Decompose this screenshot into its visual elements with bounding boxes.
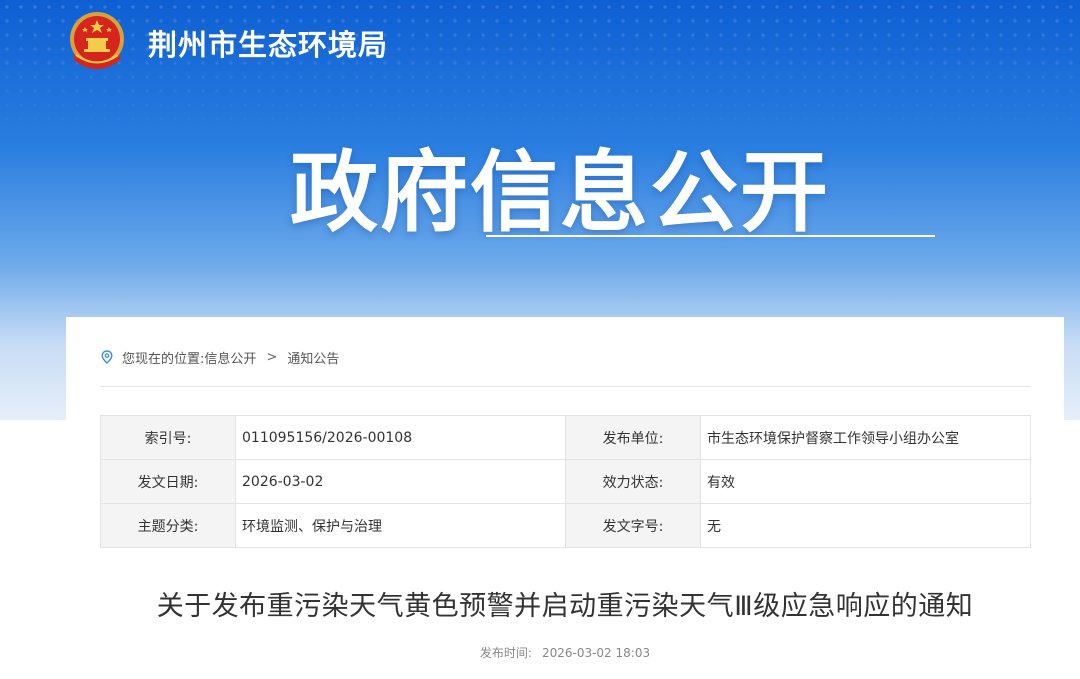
publish-time-value: 2026-03-02 18:03 xyxy=(541,646,651,660)
publish-time-label: 发布时间: xyxy=(479,646,532,660)
issue-date-value: 2026-03-02 xyxy=(235,459,566,504)
table-row: 主题分类: 环境监测、保护与治理 发文字号: 无 xyxy=(100,503,1031,548)
breadcrumb-link-notices[interactable]: 通知公告 xyxy=(287,348,339,367)
article-title: 关于发布重污染天气黄色预警并启动重污染天气Ⅲ级应急响应的通知 xyxy=(156,591,974,622)
breadcrumb-divider xyxy=(100,386,1030,387)
table-row: 索引号: 011095156/2026-00108 发布单位: 市生态环境保护督… xyxy=(100,415,1031,460)
banner-underline xyxy=(486,235,935,237)
national-emblem-icon[interactable] xyxy=(64,8,130,76)
issuing-unit-value: 市生态环境保护督察工作领导小组办公室 xyxy=(700,415,1031,460)
publish-time-line: 发布时间: 2026-03-02 18:03 xyxy=(66,644,1064,661)
location-pin-icon xyxy=(101,350,113,364)
validity-status-label: 效力状态: xyxy=(565,459,701,504)
breadcrumb-link-info-disclosure[interactable]: 信息公开 xyxy=(204,348,256,367)
topic-category-label: 主题分类: xyxy=(100,503,236,548)
breadcrumb-prefix: 您现在的位置: xyxy=(122,351,205,367)
document-number-value: 无 xyxy=(700,503,1031,548)
issue-date-label: 发文日期: xyxy=(100,459,236,504)
document-meta-table: 索引号: 011095156/2026-00108 发布单位: 市生态环境保护督… xyxy=(100,415,1031,548)
content-card: 您现在的位置: 信息公开 > 通知公告 索引号: 011095156/2026-… xyxy=(66,317,1064,679)
validity-status-value: 有效 xyxy=(700,459,1031,504)
index-number-value: 011095156/2026-00108 xyxy=(235,415,566,460)
issuing-unit-label: 发布单位: xyxy=(565,415,701,460)
index-number-label: 索引号: xyxy=(100,415,236,460)
breadcrumb-separator: > xyxy=(266,349,278,365)
topic-category-value: 环境监测、保护与治理 xyxy=(235,503,566,548)
site-name[interactable]: 荆州市生态环境局 xyxy=(148,22,388,64)
document-number-label: 发文字号: xyxy=(565,503,701,548)
table-row: 发文日期: 2026-03-02 效力状态: 有效 xyxy=(100,459,1031,504)
breadcrumb: 您现在的位置: 信息公开 > 通知公告 xyxy=(100,347,339,367)
banner-title: 政府信息公开 xyxy=(290,141,831,244)
banner-dot-pattern xyxy=(0,0,1080,140)
